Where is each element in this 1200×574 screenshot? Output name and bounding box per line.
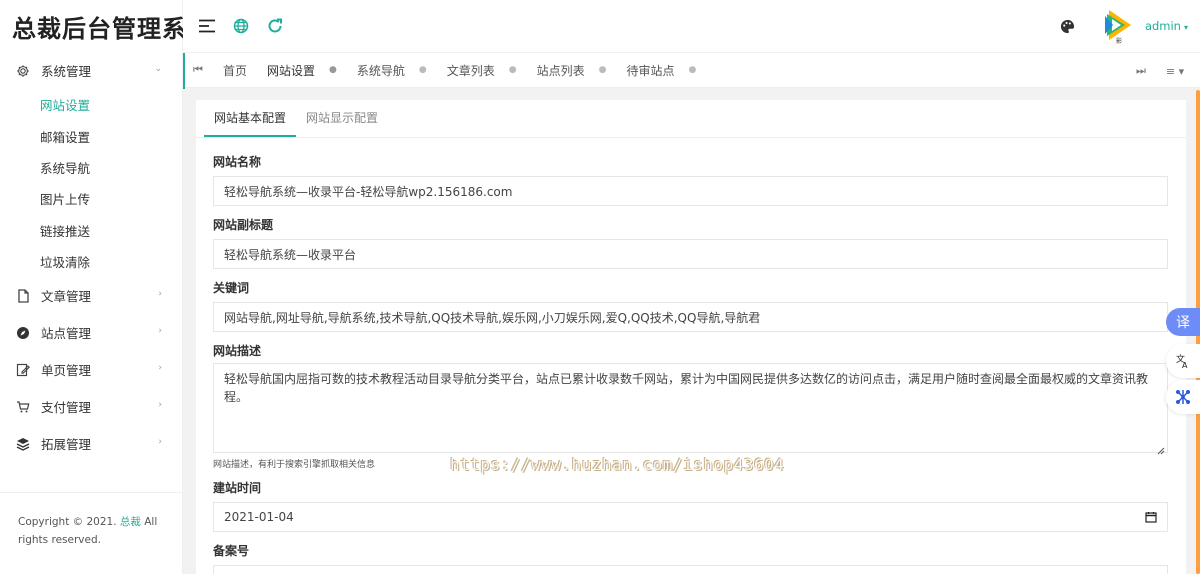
description-textarea[interactable]: 轻松导航国内屈指可数的技术教程活动目录导航分类平台，站点已累计收录数千网站，累计… <box>213 363 1168 455</box>
avatar[interactable]: 影 <box>1103 8 1135 45</box>
sidebar-footer: Copyright © 2021. 总裁 All rights reserved… <box>0 492 183 574</box>
tab-home[interactable]: 首页 <box>213 52 257 88</box>
tab-close-icon[interactable]: ● <box>599 65 607 75</box>
layers-icon <box>16 437 30 451</box>
copyright-text: Copyright © 2021. <box>18 516 117 528</box>
build-date-value: 2021-01-04 <box>224 510 294 524</box>
sidebar-sub-mail-settings[interactable]: 邮箱设置 <box>0 120 182 151</box>
build-date-input[interactable]: 2021-01-04 <box>213 502 1168 532</box>
network-icon[interactable] <box>1166 380 1200 414</box>
svg-text:影: 影 <box>1116 37 1122 44</box>
sidebar-item-payment[interactable]: 支付管理 › <box>0 388 182 425</box>
subtab-basic-config[interactable]: 网站基本配置 <box>204 99 297 137</box>
svg-text:A: A <box>1182 361 1188 369</box>
tab-close-icon[interactable]: ● <box>509 65 517 75</box>
icp-label: 备案号 <box>213 544 250 558</box>
settings-form: 网站名称 轻松导航系统—收录平台-轻松导航wp2.156186.com 网站副标… <box>196 155 1186 574</box>
translate-lang-icon[interactable]: 文A <box>1166 344 1200 378</box>
sidebar-item-sites[interactable]: 站点管理 › <box>0 314 182 351</box>
sidebar-item-pages[interactable]: 单页管理 › <box>0 351 182 388</box>
sidebar-item-label: 系统管理 <box>41 64 92 79</box>
tab-label: 待审站点 <box>626 63 675 78</box>
gear-icon <box>16 64 30 78</box>
sidebar-item-label: 单页管理 <box>41 363 92 379</box>
cart-icon <box>16 400 30 414</box>
file-icon <box>16 289 30 303</box>
site-subtitle-input[interactable]: 轻松导航系统—收录平台 <box>213 239 1168 269</box>
sidebar-sub-image-upload[interactable]: 图片上传 <box>0 183 182 214</box>
chevron-right-icon: › <box>158 400 162 411</box>
sidebar: 总裁后台管理系统 系统管理 ⌄ 网站设置 邮箱设置 系统导航 图片上传 链接推送… <box>0 0 211 574</box>
tab-label: 首页 <box>223 63 248 78</box>
chevron-right-icon: › <box>158 289 162 300</box>
header-right: 影 admin ▾ <box>1059 0 1200 52</box>
site-name-input[interactable]: 轻松导航系统—收录平台-轻松导航wp2.156186.com <box>213 176 1168 206</box>
tab-close-icon[interactable]: ● <box>329 65 337 75</box>
tab-label: 文章列表 <box>446 63 495 78</box>
edit-icon <box>16 363 30 377</box>
keywords-label: 关键词 <box>213 281 250 295</box>
subtab-display-config[interactable]: 网站显示配置 <box>296 99 388 137</box>
user-name: admin <box>1144 19 1181 33</box>
tabs-menu-icon[interactable]: ≡ ▾ <box>1158 53 1192 89</box>
watermark-text: https://www.huzhan.com/ishop43604 <box>450 455 785 474</box>
tab-close-icon[interactable]: ● <box>419 65 427 75</box>
tabs-scroll-left-icon[interactable]: ⏮ <box>183 52 213 88</box>
palette-icon[interactable] <box>1059 17 1077 35</box>
menu-toggle-icon[interactable] <box>197 16 217 36</box>
top-header: 影 admin ▾ <box>183 0 1200 52</box>
settings-subtabs: 网站基本配置 网站显示配置 <box>196 100 1186 138</box>
tab-close-icon[interactable]: ● <box>689 65 697 75</box>
tab-site-settings[interactable]: 网站设置 ● <box>257 52 347 88</box>
globe-icon[interactable] <box>231 16 251 36</box>
translate-button[interactable]: 译 <box>1166 308 1200 336</box>
tabs-right-controls: ⏭ ≡ ▾ <box>1124 53 1192 89</box>
sidebar-item-label: 文章管理 <box>41 289 92 305</box>
sidebar-sub-system-nav[interactable]: 系统导航 <box>0 152 182 183</box>
sidebar-item-label: 支付管理 <box>41 400 92 416</box>
sidebar-sub-site-settings[interactable]: 网站设置 <box>0 89 182 120</box>
tab-label: 网站设置 <box>267 63 316 78</box>
refresh-icon[interactable] <box>265 16 285 36</box>
chevron-right-icon: › <box>158 363 162 374</box>
site-subtitle-label: 网站副标题 <box>213 218 274 232</box>
copyright-brand-link[interactable]: 总裁 <box>120 516 141 528</box>
sidebar-sub-link-push[interactable]: 链接推送 <box>0 215 182 246</box>
sidebar-item-extensions[interactable]: 拓展管理 › <box>0 425 182 462</box>
sidebar-item-label: 站点管理 <box>41 326 92 342</box>
keywords-input[interactable]: 网站导航,网址导航,导航系统,技术导航,QQ技术导航,娱乐网,小刀娱乐网,爱Q,… <box>213 302 1168 332</box>
chevron-right-icon: › <box>158 437 162 448</box>
tabs-scroll-right-icon[interactable]: ⏭ <box>1124 53 1158 89</box>
tab-pending-sites[interactable]: 待审站点 ● <box>617 52 707 88</box>
tabs-accent-line <box>183 53 185 89</box>
calendar-icon[interactable] <box>1145 511 1157 523</box>
caret-down-icon: ▾ <box>1183 23 1188 32</box>
compass-icon <box>16 326 30 340</box>
sidebar-item-label: 拓展管理 <box>41 437 92 453</box>
tab-label: 系统导航 <box>356 63 405 78</box>
chevron-right-icon: › <box>158 326 162 337</box>
tab-site-list[interactable]: 站点列表 ● <box>527 52 617 88</box>
app-logo[interactable]: 总裁后台管理系统 <box>0 0 211 52</box>
description-label: 网站描述 <box>213 344 262 358</box>
icp-input[interactable]: 请输入ICP备案号 <box>213 565 1168 574</box>
build-date-label: 建站时间 <box>213 481 262 495</box>
user-menu[interactable]: admin ▾ <box>1145 19 1188 33</box>
site-name-label: 网站名称 <box>213 155 262 169</box>
sidebar-sub-trash-clean[interactable]: 垃圾清除 <box>0 246 182 277</box>
tab-system-nav[interactable]: 系统导航 ● <box>347 52 437 88</box>
sidebar-submenu: 网站设置 邮箱设置 系统导航 图片上传 链接推送 垃圾清除 <box>0 89 182 277</box>
description-text: 轻松导航国内屈指可数的技术教程活动目录导航分类平台，站点已累计收录数千网站，累计… <box>224 372 1149 404</box>
settings-card: 网站基本配置 网站显示配置 网站名称 轻松导航系统—收录平台-轻松导航wp2.1… <box>196 100 1186 574</box>
tab-label: 站点列表 <box>536 63 585 78</box>
page-tabs-bar: ⏮ 首页 网站设置 ● 系统导航 ● 文章列表 ● 站点列表 ● 待审站点 ● ⏭ ≡ ▾ <box>183 52 1200 89</box>
sidebar-item-system[interactable]: 系统管理 ⌄ <box>0 52 182 89</box>
chevron-down-icon: ⌄ <box>154 64 162 74</box>
tab-article-list[interactable]: 文章列表 ● <box>437 52 527 88</box>
sidebar-item-articles[interactable]: 文章管理 › <box>0 277 182 314</box>
resize-grip-icon[interactable] <box>1157 442 1165 455</box>
